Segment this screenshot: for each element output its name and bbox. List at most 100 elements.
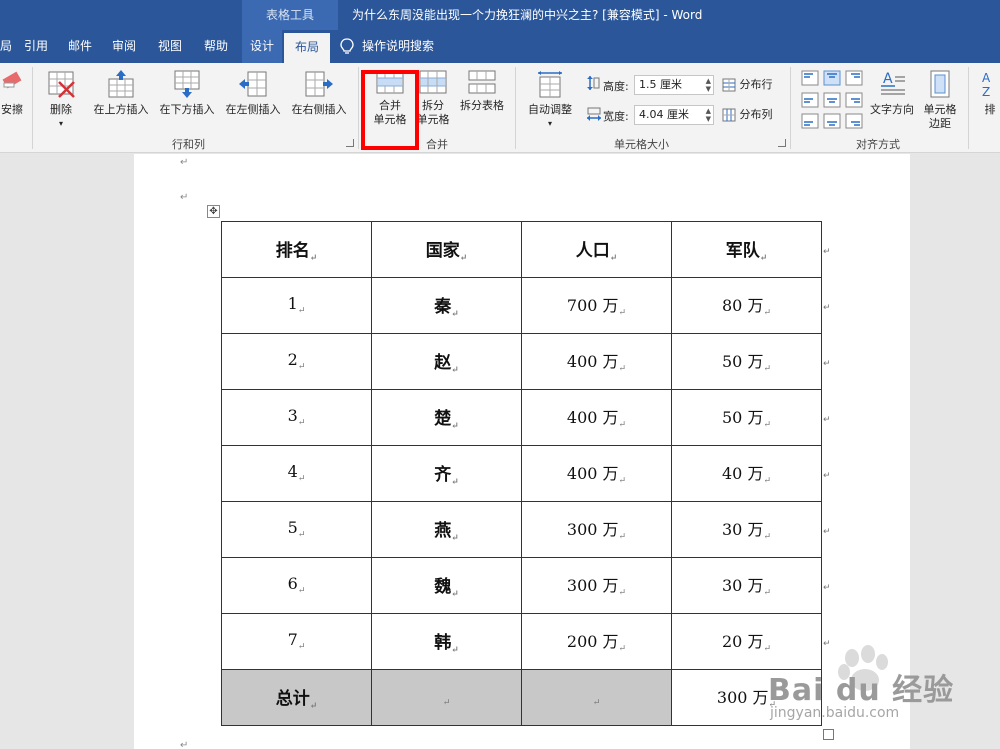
table-cell[interactable]: 400 万↵ xyxy=(521,389,672,446)
table-cell[interactable]: 80 万↵ xyxy=(671,277,822,334)
table-cell[interactable]: 7↵ xyxy=(221,613,372,670)
text-direction-icon: A xyxy=(881,71,905,95)
table-cell[interactable]: 韩↵ xyxy=(371,613,522,670)
tab-review[interactable]: 审阅 xyxy=(106,30,142,63)
header-cell[interactable]: 人口↵ xyxy=(521,221,672,278)
selected-cell[interactable]: ↵ xyxy=(521,669,672,726)
header-cell[interactable]: 国家↵ xyxy=(371,221,522,278)
tell-me-search[interactable]: 操作说明搜索 xyxy=(362,30,434,63)
cell-text: 700 万 xyxy=(566,296,619,316)
table-row: 2↵ 赵↵ 400 万↵ 50 万↵ xyxy=(221,333,822,390)
table-row: 3↵ 楚↵ 400 万↵ 50 万↵ xyxy=(221,389,822,446)
align-bottom-left-icon[interactable] xyxy=(801,113,819,129)
cell-text: 3 xyxy=(287,406,298,426)
align-bottom-center-icon[interactable] xyxy=(823,113,841,129)
table-cell[interactable]: 4↵ xyxy=(221,445,372,502)
total-label-cell[interactable]: 总计↵ xyxy=(221,669,372,726)
delete-button[interactable]: 删除 ▾ xyxy=(40,69,82,131)
align-top-center-icon[interactable] xyxy=(823,70,841,86)
distribute-columns-button[interactable]: 分布列 xyxy=(722,106,782,122)
table-cell[interactable]: 5↵ xyxy=(221,501,372,558)
table-tools-context-label: 表格工具 xyxy=(242,0,338,30)
table-cell[interactable]: 1↵ xyxy=(221,277,372,334)
tab-references[interactable]: 引用 xyxy=(18,30,54,63)
tab-mailings[interactable]: 邮件 xyxy=(62,30,98,63)
table-cell[interactable]: 400 万↵ xyxy=(521,333,672,390)
table-cell[interactable]: 魏↵ xyxy=(371,557,522,614)
table-cell[interactable]: 赵↵ xyxy=(371,333,522,390)
align-top-right-icon[interactable] xyxy=(845,70,863,86)
table-cell[interactable]: 50 万↵ xyxy=(671,389,822,446)
table-cell[interactable]: 齐↵ xyxy=(371,445,522,502)
table-resize-handle[interactable] xyxy=(823,729,834,740)
cell-size-dialog-launcher[interactable] xyxy=(778,139,786,147)
split-cells-icon xyxy=(419,70,447,94)
insert-above-button[interactable]: 在上方插入 xyxy=(90,69,152,117)
cell-text: 1 xyxy=(287,294,298,314)
cell-text: 30 万 xyxy=(722,576,764,596)
cell-text: 魏 xyxy=(434,576,452,597)
cell-size-group-label: 单元格大小 xyxy=(614,138,669,151)
table-cell[interactable]: 2↵ xyxy=(221,333,372,390)
table-cell[interactable]: 30 万↵ xyxy=(671,501,822,558)
header-cell[interactable]: 军队↵ xyxy=(671,221,822,278)
cell-text: 5 xyxy=(287,518,298,538)
table-cell[interactable]: 300 万↵ xyxy=(521,557,672,614)
sort-button[interactable]: A Z 排 xyxy=(980,69,1000,117)
row-height-value: 1.5 厘米 xyxy=(639,78,682,91)
table-cell[interactable]: 3↵ xyxy=(221,389,372,446)
header-cell[interactable]: 排名↵ xyxy=(221,221,372,278)
align-top-left-icon[interactable] xyxy=(801,70,819,86)
ribbon-tabs: 局 引用 邮件 审阅 视图 帮助 设计 布局 操作说明搜索 xyxy=(0,30,1000,63)
table-cell[interactable]: 40 万↵ xyxy=(671,445,822,502)
align-middle-center-icon[interactable] xyxy=(823,92,841,108)
insert-left-button[interactable]: 在左侧插入 xyxy=(222,69,284,117)
cell-text: 2 xyxy=(287,350,298,370)
cell-margins-button[interactable]: 单元格 边距 xyxy=(918,69,962,131)
lightbulb-icon xyxy=(340,38,354,54)
rows-columns-dialog-launcher[interactable] xyxy=(346,139,354,147)
watermark-url: jingyan.baidu.com xyxy=(770,705,900,721)
cell-margins-label-line1: 单元格 xyxy=(923,103,957,116)
text-direction-button[interactable]: A 文字方向 xyxy=(866,69,918,117)
table-cell[interactable]: 200 万↵ xyxy=(521,613,672,670)
spinner-arrows-icon[interactable]: ▲ ▼ xyxy=(706,107,711,123)
total-label: 总计 xyxy=(275,688,310,709)
insert-right-button[interactable]: 在右侧插入 xyxy=(288,69,350,117)
autofit-button[interactable]: 自动调整 ▾ xyxy=(522,69,578,131)
data-table[interactable]: 排名↵ 国家↵ 人口↵ 军队↵ 1↵ 秦↵ 700 万↵ 80 万↵ 2↵ 赵↵… xyxy=(221,221,822,726)
eraser-button[interactable]: 安擦 xyxy=(0,69,24,117)
cell-text: 400 万 xyxy=(566,352,619,372)
distribute-columns-icon xyxy=(722,108,736,122)
table-cell[interactable]: 30 万↵ xyxy=(671,557,822,614)
table-cell[interactable]: 700 万↵ xyxy=(521,277,672,334)
tab-view[interactable]: 视图 xyxy=(150,30,190,63)
table-cell[interactable]: 秦↵ xyxy=(371,277,522,334)
tab-help[interactable]: 帮助 xyxy=(196,30,236,63)
table-cell[interactable]: 6↵ xyxy=(221,557,372,614)
table-cell[interactable]: 燕↵ xyxy=(371,501,522,558)
align-bottom-right-icon[interactable] xyxy=(845,113,863,129)
align-middle-left-icon[interactable] xyxy=(801,92,819,108)
tab-design[interactable]: 设计 xyxy=(242,30,282,63)
insert-below-button[interactable]: 在下方插入 xyxy=(156,69,218,117)
distribute-rows-label: 分布行 xyxy=(739,78,773,91)
table-cell[interactable]: 50 万↵ xyxy=(671,333,822,390)
row-end-mark: ↵ xyxy=(823,247,831,257)
row-end-mark: ↵ xyxy=(823,303,831,313)
row-height-input[interactable]: 1.5 厘米 ▲ ▼ xyxy=(634,75,714,95)
align-middle-right-icon[interactable] xyxy=(845,92,863,108)
table-move-handle-icon[interactable]: ✥ xyxy=(207,205,220,218)
column-width-input[interactable]: 4.04 厘米 ▲ ▼ xyxy=(634,105,714,125)
selected-cell[interactable]: ↵ xyxy=(371,669,522,726)
tab-layout[interactable]: 布局 xyxy=(284,33,330,63)
table-cell[interactable]: 400 万↵ xyxy=(521,445,672,502)
table-cell[interactable]: 300 万↵ xyxy=(521,501,672,558)
distribute-rows-button[interactable]: 分布行 xyxy=(722,76,782,92)
split-table-button[interactable]: 拆分表格 xyxy=(456,69,508,113)
separator xyxy=(32,67,33,149)
tab-layout-partial[interactable]: 局 xyxy=(0,30,12,63)
insert-right-label: 在右侧插入 xyxy=(291,103,347,116)
table-cell[interactable]: 楚↵ xyxy=(371,389,522,446)
spinner-arrows-icon[interactable]: ▲ ▼ xyxy=(706,77,711,93)
